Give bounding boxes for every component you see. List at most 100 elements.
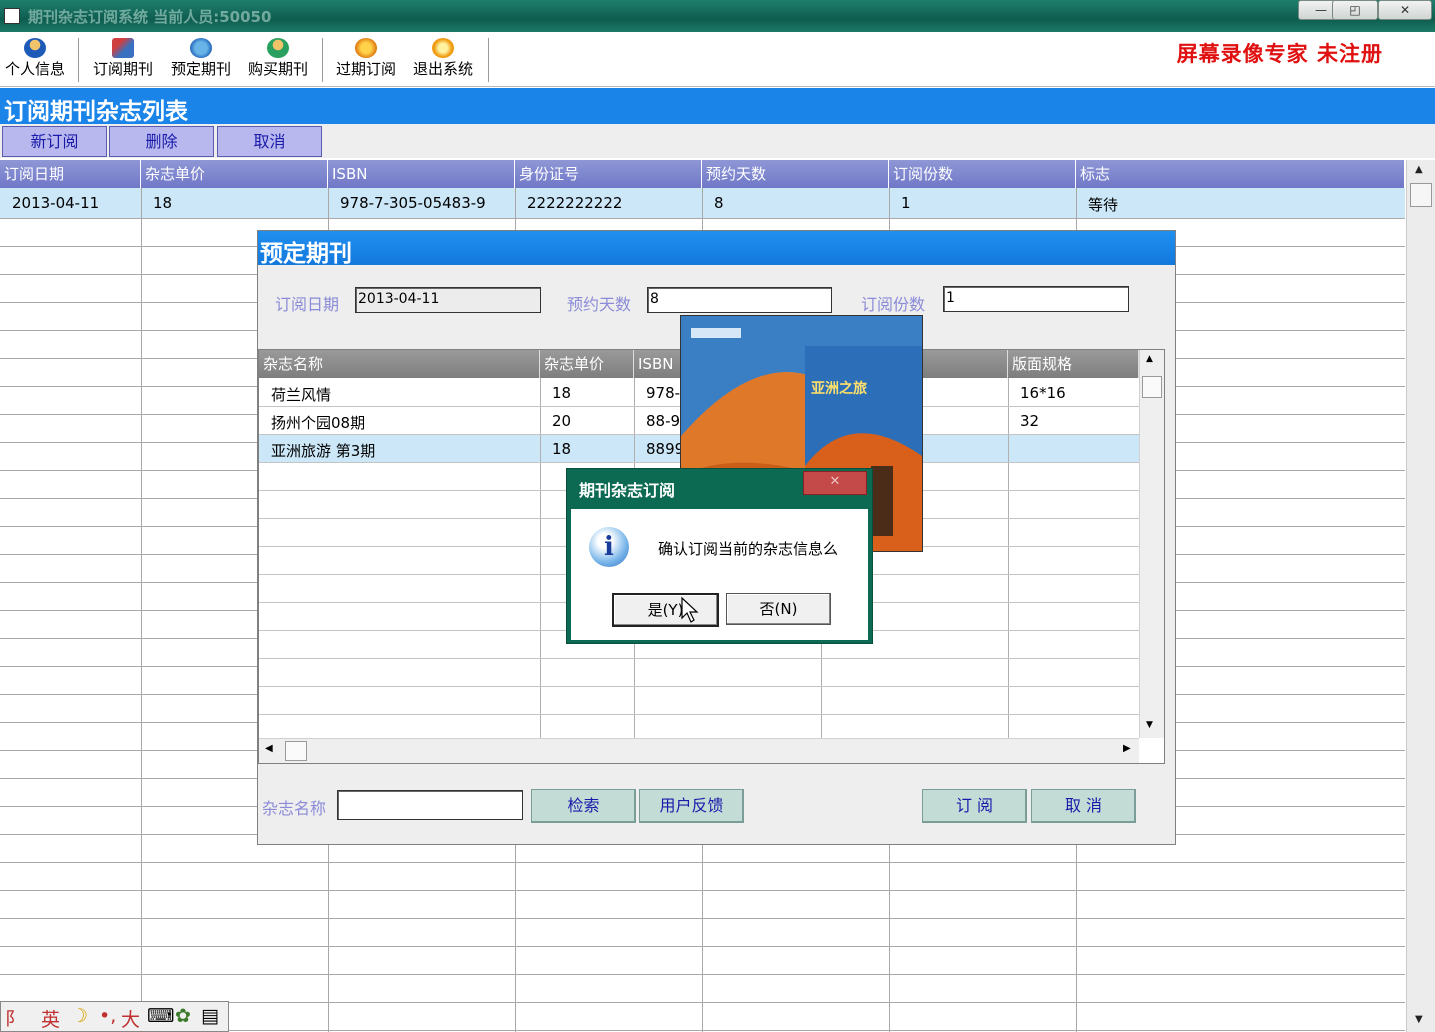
buy-journal-icon [267, 38, 289, 58]
grid-row-line [0, 890, 1405, 891]
toolbar-separator [78, 38, 79, 82]
column-header-isbn[interactable]: ISBN [328, 160, 515, 188]
ime-tools-icon[interactable]: ✿ [175, 1005, 191, 1027]
scroll-right-icon[interactable]: ▶ [1123, 743, 1131, 754]
delete-button[interactable]: 删除 [109, 126, 214, 157]
keyboard-icon[interactable]: ⌨ [147, 1005, 174, 1027]
confirm-message: 确认订阅当前的杂志信息么 [658, 540, 839, 558]
full-width-toggle[interactable]: 大 [121, 1005, 140, 1032]
cell-idcard: 2222222222 [527, 194, 623, 212]
row-name: 扬州个园08期 [271, 414, 366, 432]
grid-row-line [259, 658, 1139, 659]
subscribe-button[interactable]: 订 阅 [922, 789, 1027, 823]
column-header-days[interactable]: 预约天数 [702, 160, 889, 188]
grid-row-line [259, 686, 1139, 687]
no-button[interactable]: 否(N) [726, 593, 831, 625]
subscribe-journal-icon [112, 38, 134, 58]
row-isbn: 88-9 [646, 412, 681, 430]
window-title-bar: 期刊杂志订阅系统 当前人员:50050 — ◰ ✕ [0, 0, 1435, 32]
list-button-row: 新订阅 删除 取消 [0, 124, 1435, 158]
recorder-watermark: 屏幕录像专家 未注册 [1176, 42, 1383, 66]
scroll-left-icon[interactable]: ◀ [265, 743, 273, 754]
search-button[interactable]: 检索 [531, 789, 636, 823]
search-label: 杂志名称 [262, 799, 327, 818]
feedback-button[interactable]: 用户反馈 [639, 789, 744, 823]
date-field[interactable]: 2013-04-11 [355, 287, 541, 313]
column-header-copies[interactable]: 订阅份数 [889, 160, 1076, 188]
toolbar-personal-info[interactable]: 个人信息 [0, 38, 70, 84]
reserve-dialog-titlebar: 预定期刊 [258, 231, 1175, 267]
cancel-dialog-button[interactable]: 取 消 [1031, 789, 1136, 823]
column-header-price[interactable]: 杂志单价 [540, 350, 634, 378]
toolbar-label: 个人信息 [4, 60, 65, 78]
cell-flag: 等待 [1088, 196, 1119, 214]
ime-status-bar[interactable]: ⻖ 英 ☽ •, 大 ⌨ ✿ ▤ [0, 1001, 229, 1032]
toolbar-label: 预定期刊 [170, 60, 231, 78]
grid-row-line [0, 862, 1405, 863]
close-button[interactable]: ✕ [1378, 0, 1432, 20]
new-subscription-button[interactable]: 新订阅 [2, 126, 107, 157]
grid-row-line [0, 946, 1405, 947]
info-icon: i [589, 527, 629, 567]
exit-system-icon [432, 38, 454, 58]
column-header-flag[interactable]: 标志 [1076, 160, 1405, 188]
scroll-down-icon[interactable]: ▼ [1146, 720, 1153, 730]
copies-field[interactable]: 1 [943, 286, 1129, 312]
row-price: 20 [552, 412, 572, 430]
row-isbn: 978- [646, 384, 681, 402]
yes-button[interactable]: 是(Y) [612, 593, 719, 627]
confirm-dialog: 期刊杂志订阅 ✕ i 确认订阅当前的杂志信息么 是(Y) 否(N) [566, 468, 873, 644]
ime-language-toggle[interactable]: 英 [41, 1005, 60, 1032]
row-size: 16*16 [1020, 384, 1066, 402]
toolbar-label: 退出系统 [412, 60, 473, 78]
reserve-journal-icon [190, 38, 212, 58]
toolbar-separator [322, 38, 323, 82]
cell-copies: 1 [901, 194, 911, 212]
grid-row-line [0, 974, 1405, 975]
journal-vertical-scrollbar[interactable]: ▲ ▼ [1139, 350, 1164, 738]
cell-days: 8 [714, 194, 724, 212]
scroll-down-icon[interactable]: ▼ [1415, 1014, 1423, 1025]
grid-column-line [540, 378, 541, 738]
scroll-up-icon[interactable]: ▲ [1146, 354, 1153, 364]
row-name: 亚洲旅游 第3期 [271, 442, 376, 460]
journal-horizontal-scrollbar[interactable]: ◀ ▶ [259, 738, 1139, 763]
ime-menu-icon[interactable]: ▤ [201, 1005, 219, 1027]
main-scroll-thumb[interactable] [1410, 183, 1432, 207]
mouse-cursor-icon [681, 596, 699, 623]
row-isbn: 8899 [646, 440, 685, 458]
journal-scroll-thumb[interactable] [1142, 376, 1162, 398]
column-header-size[interactable]: 版面规格 [1008, 350, 1139, 378]
list-header: 订阅期刊杂志列表 [0, 88, 1435, 125]
ime-logo-icon[interactable]: ⻖ [5, 1005, 23, 1031]
half-width-icon[interactable]: ☽ [71, 1005, 88, 1027]
scroll-up-icon[interactable]: ▲ [1415, 164, 1423, 175]
main-vertical-scrollbar[interactable]: ▲ ▼ [1406, 160, 1435, 1032]
search-input[interactable] [337, 790, 523, 820]
toolbar-subscribe[interactable]: 订阅期刊 [87, 38, 159, 84]
row-price: 18 [552, 440, 572, 458]
confirm-dialog-body: i 确认订阅当前的杂志信息么 是(Y) 否(N) [571, 509, 868, 640]
toolbar-label: 订阅期刊 [92, 60, 153, 78]
cell-price: 18 [153, 194, 173, 212]
grid-column-line [1008, 378, 1009, 738]
days-label: 预约天数 [567, 295, 632, 314]
column-header-idcard[interactable]: 身份证号 [515, 160, 702, 188]
row-size: 32 [1020, 412, 1040, 430]
close-icon[interactable]: ✕ [803, 471, 867, 495]
journal-hscroll-thumb[interactable] [285, 741, 307, 761]
toolbar-buy[interactable]: 购买期刊 [242, 38, 314, 84]
punctuation-icon[interactable]: •, [99, 1005, 116, 1027]
grid-row-line [259, 714, 1139, 715]
column-header-price[interactable]: 杂志单价 [141, 160, 328, 188]
toolbar-expired[interactable]: 过期订阅 [330, 38, 402, 84]
toolbar-reserve[interactable]: 预定期刊 [165, 38, 237, 84]
column-header-name[interactable]: 杂志名称 [259, 350, 540, 378]
days-field[interactable]: 8 [647, 287, 832, 313]
row-name: 荷兰风情 [271, 386, 332, 404]
cancel-list-button[interactable]: 取消 [217, 126, 322, 157]
toolbar-exit[interactable]: 退出系统 [407, 38, 479, 84]
list-title: 订阅期刊杂志列表 [4, 98, 188, 125]
column-header-date[interactable]: 订阅日期 [0, 160, 141, 188]
restore-button[interactable]: ◰ [1332, 0, 1378, 20]
